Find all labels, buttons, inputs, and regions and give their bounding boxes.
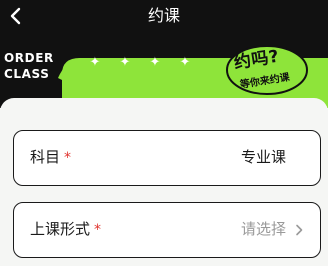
sparkle-icon: ✦ [89, 55, 101, 70]
subject-label: 科目 [30, 148, 61, 166]
class-format-label: 上课形式 [30, 220, 91, 238]
subject-value: 专业课 [240, 148, 286, 166]
order-class-text: ORDER CLASS [4, 50, 54, 82]
required-mark: * [94, 222, 102, 238]
subject-field[interactable]: 科目 * 专业课 [13, 130, 321, 186]
top-bar: 约课 [0, 0, 328, 36]
badge-sub-text: 等你来约课 [239, 72, 291, 91]
sparkle-icon: ✦ [179, 55, 191, 70]
badge-main-text: 约吗? [232, 46, 281, 74]
class-format-placeholder: 请选择 [240, 220, 286, 238]
promo-badge: 约吗? 等你来约课 [226, 46, 308, 98]
sparkle-icon: ✦ [119, 55, 131, 70]
class-line: CLASS [4, 67, 50, 81]
sparkle-icon: ✦ [149, 55, 161, 70]
field-label: 科目 * [30, 131, 71, 185]
field-label: 上课形式 * [30, 203, 101, 257]
form-card: 科目 * 专业课 上课形式 * 请选择 [0, 98, 328, 266]
order-line: ORDER [4, 51, 54, 65]
page-title: 约课 [147, 6, 180, 25]
chevron-right-icon [296, 224, 303, 236]
class-format-field[interactable]: 上课形式 * 请选择 [13, 202, 321, 258]
required-mark: * [64, 150, 72, 166]
